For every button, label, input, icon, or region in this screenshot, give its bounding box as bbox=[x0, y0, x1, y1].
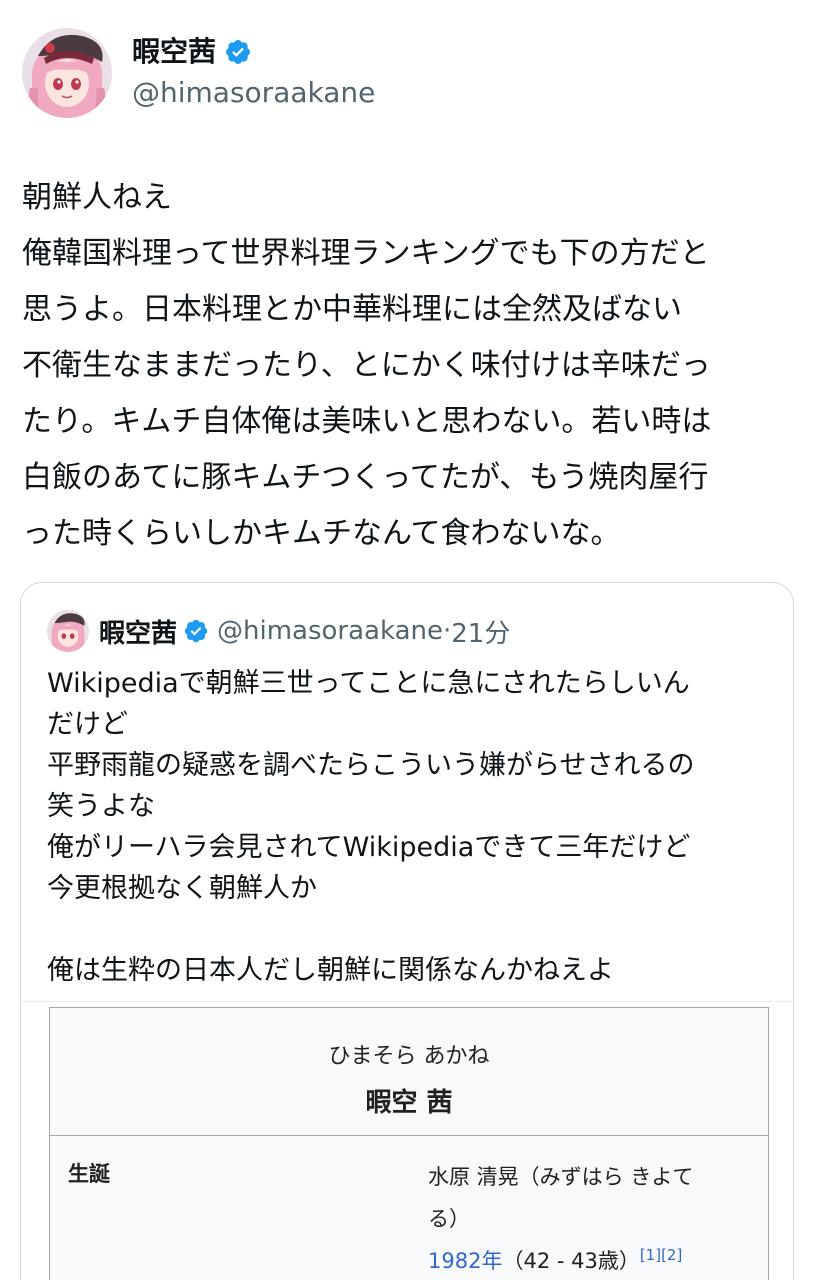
quoted-line: 俺は生粋の日本人だし朝鮮に関係なんかねえよ bbox=[47, 955, 614, 986]
quoted-avatar bbox=[47, 610, 89, 652]
quoted-line: 平野雨龍の疑惑を調べたらこういう嫌がらせされるの bbox=[47, 750, 695, 781]
age-text: （42 - 43歳） bbox=[502, 1249, 640, 1273]
birth-name-line: 水原 清晃（みずはら きよて bbox=[428, 1165, 694, 1189]
infobox-name: 暇空 茜 bbox=[365, 1088, 453, 1118]
tweet-text: 朝鮮人ねえ 俺韓国料理って世界料理ランキングでも下の方だと 思うよ。日本料理とか… bbox=[22, 170, 797, 562]
quoted-tweet[interactable]: 暇空茜 @himasoraakane · 21分 Wikipediaで朝鮮三世っ… bbox=[20, 582, 794, 1280]
display-name[interactable]: 暇空茜 bbox=[132, 34, 216, 70]
reference-link[interactable]: [1][2] bbox=[640, 1246, 683, 1264]
quoted-line: 今更根拠なく朝鮮人か bbox=[47, 873, 317, 904]
tweet-line: 朝鮮人ねえ bbox=[22, 180, 172, 215]
infobox-label: 生誕 bbox=[68, 1162, 110, 1186]
quoted-line bbox=[47, 909, 777, 950]
divider bbox=[21, 1001, 793, 1002]
tweet-header: 暇空茜 @himasoraakane bbox=[22, 28, 375, 118]
quoted-handle: @himasoraakane bbox=[217, 616, 443, 646]
quoted-line: 俺がリーハラ会見されてWikipediaできて三年だけど bbox=[47, 832, 691, 863]
tweet-line: たり。キムチ自体俺は美味いと思わない。若い時は bbox=[22, 404, 712, 439]
avatar[interactable] bbox=[22, 28, 112, 118]
name-row: 暇空茜 bbox=[132, 34, 375, 70]
quoted-display-name: 暇空茜 bbox=[99, 618, 178, 649]
user-meta: 暇空茜 @himasoraakane bbox=[132, 28, 375, 118]
birth-year-line: 1982年（42 - 43歳）[1][2] bbox=[428, 1240, 748, 1280]
quoted-timestamp[interactable]: 21分 bbox=[451, 613, 510, 650]
tweet-line: 不衛生なままだったり、とにかく味付けは辛味だっ bbox=[22, 348, 711, 383]
infobox-kana: ひまそら あかね bbox=[328, 1044, 490, 1069]
quoted-line: Wikipediaで朝鮮三世ってことに急にされたらしいん bbox=[47, 668, 690, 699]
verified-badge-icon bbox=[226, 40, 250, 64]
quoted-text: Wikipediaで朝鮮三世ってことに急にされたらしいん だけど 平野雨龍の疑惑… bbox=[47, 663, 777, 991]
birth-name-line: る） bbox=[428, 1207, 470, 1231]
infobox-value: 水原 清晃（みずはら きよて る） 1982年（42 - 43歳）[1][2] bbox=[428, 1156, 748, 1280]
tweet-line: った時くらいしかキムチなんて食わないな。 bbox=[22, 516, 621, 551]
tweet-line: 白飯のあてに豚キムチつくってたが、もう焼肉屋行 bbox=[22, 460, 709, 495]
quoted-header: 暇空茜 @himasoraakane · 21分 bbox=[47, 609, 510, 653]
quoted-line: 笑うよな bbox=[47, 791, 155, 822]
infobox-row-birth: 生誕 水原 清晃（みずはら きよて る） 1982年（42 - 43歳）[1][… bbox=[50, 1136, 768, 1280]
wikipedia-infobox-image[interactable]: ひまそら あかね 暇空 茜 生誕 水原 清晃（みずはら きよて る） 1982年… bbox=[49, 1007, 769, 1280]
handle[interactable]: @himasoraakane bbox=[132, 74, 375, 112]
tweet-line: 思うよ。日本料理とか中華料理には全然及ばない bbox=[22, 292, 682, 327]
quoted-line: だけど bbox=[47, 709, 128, 740]
year-link[interactable]: 1982年 bbox=[428, 1249, 502, 1273]
tweet-line: 俺韓国料理って世界料理ランキングでも下の方だと bbox=[22, 236, 710, 271]
verified-badge-icon bbox=[184, 619, 208, 643]
separator-dot: · bbox=[443, 616, 452, 646]
